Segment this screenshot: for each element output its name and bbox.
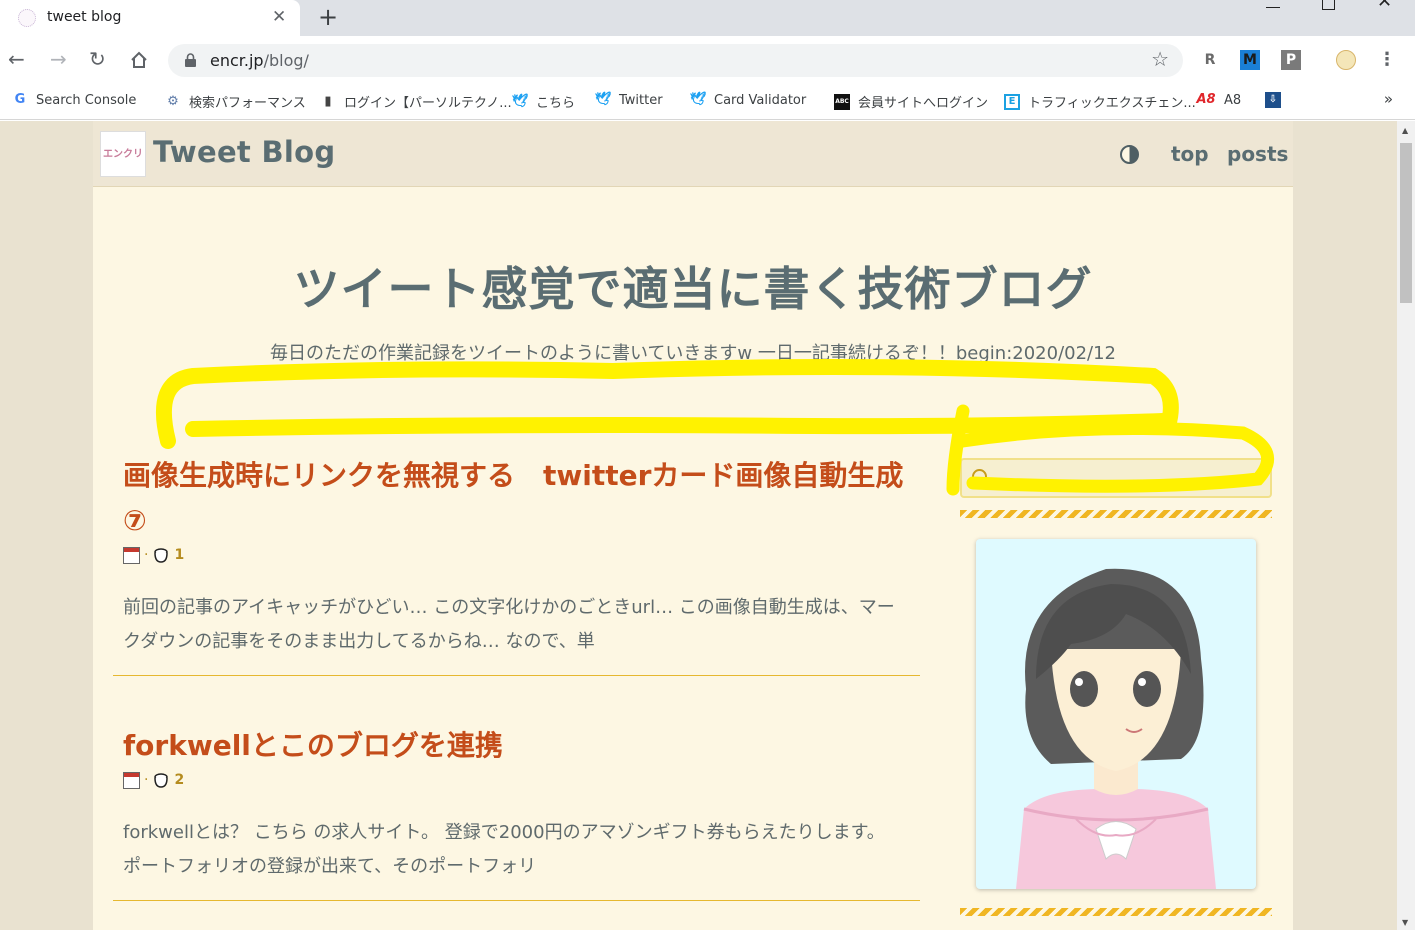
home-button[interactable] — [129, 50, 149, 70]
persol-icon: ▮ — [324, 93, 332, 109]
minimize-window-button[interactable] — [1266, 0, 1280, 8]
tab-strip: tweet blog ✕ + ✕ — [0, 0, 1415, 36]
bookmark-item[interactable]: 🕊 こちら — [512, 92, 575, 112]
a8-icon: A8 — [1196, 92, 1216, 107]
download-bookmark-icon: ⇩ — [1265, 92, 1281, 108]
url-text: encr.jp/blog/ — [210, 51, 309, 70]
bookmark-item[interactable]: 🕊 Card Validator — [690, 92, 806, 108]
bookmark-item[interactable]: E トラフィックエクスチェン... — [1004, 92, 1196, 111]
twitter-icon: 🕊 — [512, 93, 529, 109]
close-tab-icon[interactable]: ✕ — [272, 5, 286, 29]
twitter-icon: 🕊 — [595, 92, 612, 107]
abc-icon: ABC — [834, 93, 850, 110]
bookmark-item[interactable]: G Search Console — [12, 92, 137, 108]
highlight-annotation — [155, 359, 1274, 496]
bookmarks-bar: G Search Console ⚙ 検索パフォーマンス ▮ ログイン【パーソルテクノ… — [0, 84, 1415, 120]
bookmark-item[interactable]: A8 A8 — [1196, 92, 1241, 108]
browser-toolbar: ← → ↻ encr.jp/blog/ ☆ R M P ⋮ — [0, 36, 1415, 84]
google-icon: G — [14, 92, 26, 107]
scroll-thumb[interactable] — [1400, 143, 1412, 303]
search-console-icon: ⚙ — [167, 93, 179, 109]
site-favicon-icon — [18, 9, 36, 27]
bookmark-item[interactable]: ▮ ログイン【パーソルテクノ... — [320, 92, 511, 112]
bookmark-item[interactable]: ABC 会員サイトへログイン — [834, 92, 988, 111]
page-scrollbar[interactable]: ▲ ▼ — [1397, 121, 1415, 930]
back-button[interactable]: ← — [8, 46, 25, 72]
extension-r-icon[interactable]: R — [1200, 50, 1220, 70]
tab-title: tweet blog — [47, 9, 122, 25]
maximize-window-button[interactable] — [1322, 0, 1335, 10]
bookmark-item[interactable]: ⚙ 検索パフォーマンス — [165, 92, 306, 112]
profile-avatar[interactable] — [1336, 50, 1356, 70]
bookmark-item[interactable]: ⇩ — [1265, 92, 1289, 108]
bookmark-star-icon[interactable]: ☆ — [1151, 47, 1169, 71]
forward-button[interactable]: → — [50, 46, 67, 72]
bookmarks-overflow-icon[interactable]: » — [1384, 90, 1393, 108]
extension-m-icon[interactable]: M — [1240, 50, 1260, 70]
new-tab-button[interactable]: + — [318, 3, 338, 31]
menu-kebab-icon[interactable]: ⋮ — [1377, 50, 1397, 70]
scroll-down-arrow-icon[interactable]: ▼ — [1402, 918, 1408, 927]
reload-button[interactable]: ↻ — [89, 46, 106, 72]
scroll-up-arrow-icon[interactable]: ▲ — [1402, 126, 1408, 135]
address-bar[interactable]: encr.jp/blog/ ☆ — [168, 44, 1183, 77]
browser-tab[interactable]: tweet blog ✕ — [0, 0, 300, 36]
twitter-icon: 🕊 — [690, 92, 707, 107]
extension-p-icon[interactable]: P — [1281, 50, 1301, 70]
lock-icon — [185, 53, 196, 67]
close-window-button[interactable]: ✕ — [1377, 0, 1392, 11]
site-container: エンクリ Tweet Blog top posts ツイート感覚で適当に書く技術… — [93, 121, 1293, 930]
page-viewport: エンクリ Tweet Blog top posts ツイート感覚で適当に書く技術… — [0, 121, 1397, 930]
traffic-icon: E — [1004, 93, 1020, 110]
bookmark-item[interactable]: 🕊 Twitter — [595, 92, 663, 108]
